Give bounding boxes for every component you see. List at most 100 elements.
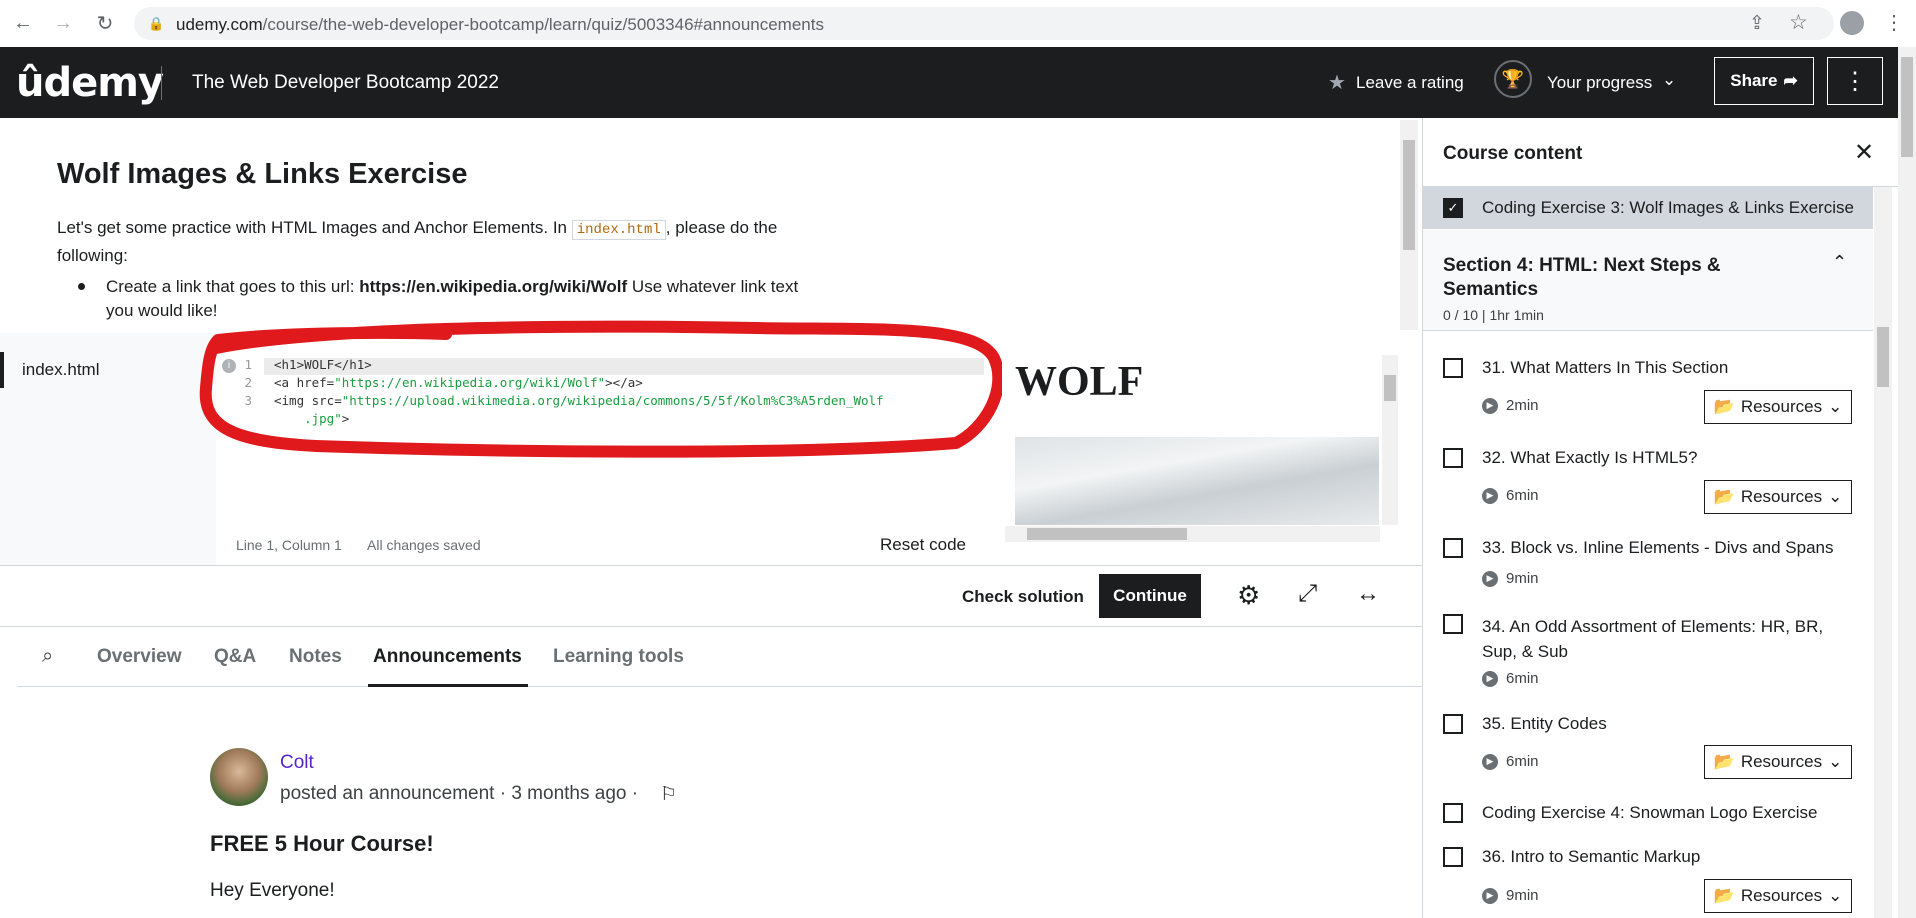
- completed-checkbox[interactable]: ✓: [1443, 198, 1463, 218]
- lecture-title[interactable]: 31. What Matters In This Section: [1482, 358, 1862, 378]
- preview-heading: WOLF: [1015, 359, 1144, 405]
- preview-horizontal-scrollbar[interactable]: [1005, 526, 1380, 542]
- lecture-title[interactable]: 34. An Odd Assortment of Elements: HR, B…: [1482, 614, 1842, 664]
- file-index-html[interactable]: index.html: [22, 360, 99, 380]
- tab-notes[interactable]: Notes: [289, 646, 342, 668]
- current-lecture-title[interactable]: Coding Exercise 3: Wolf Images & Links E…: [1482, 198, 1854, 218]
- play-icon: ▶: [1482, 753, 1498, 770]
- lecture-title[interactable]: 32. What Exactly Is HTML5?: [1482, 448, 1862, 468]
- chevron-up-icon[interactable]: ⌃: [1832, 252, 1847, 273]
- resources-button[interactable]: 📂 Resources ⌄: [1704, 390, 1852, 424]
- folder-icon: 📂: [1713, 886, 1735, 905]
- chevron-down-icon: ⌄: [1828, 487, 1843, 506]
- lecture-duration: ▶ 6min: [1482, 670, 1539, 687]
- lecture-checkbox[interactable]: [1443, 847, 1463, 867]
- bookmark-star-icon[interactable]: ☆: [1789, 10, 1808, 35]
- trophy-icon[interactable]: 🏆: [1494, 60, 1532, 98]
- udemy-logo[interactable]: ûdemy: [16, 60, 164, 106]
- announcement-body: Hey Everyone!: [210, 880, 335, 901]
- fullscreen-icon[interactable]: ⤢: [1298, 580, 1317, 608]
- exercise-action-bar: [0, 565, 1422, 627]
- tab-learning-tools[interactable]: Learning tools: [553, 646, 684, 668]
- section-title[interactable]: Section 4: HTML: Next Steps & Semantics: [1443, 254, 1773, 302]
- reload-icon[interactable]: ↻: [92, 10, 118, 36]
- lecture-checkbox[interactable]: [1443, 358, 1463, 378]
- back-icon[interactable]: ←: [10, 10, 36, 36]
- cursor-position: Line 1, Column 1: [236, 537, 342, 553]
- chevron-down-icon: ⌄: [1828, 886, 1843, 905]
- sidebar-title: Course content: [1443, 143, 1583, 164]
- lecture-duration: ▶ 6min: [1482, 753, 1539, 770]
- lecture-checkbox[interactable]: [1443, 614, 1463, 634]
- save-status: All changes saved: [367, 537, 481, 553]
- share-page-icon[interactable]: ⇪: [1749, 12, 1765, 35]
- active-tab-underline: [368, 684, 528, 687]
- lecture-checkbox[interactable]: [1443, 714, 1463, 734]
- lock-icon: 🔒: [148, 16, 165, 31]
- resources-button[interactable]: 📂 Resources ⌄: [1704, 745, 1852, 779]
- folder-icon: 📂: [1713, 752, 1735, 771]
- page-scrollbar[interactable]: [1898, 47, 1916, 918]
- sidebar-scrollbar[interactable]: [1874, 187, 1892, 918]
- close-icon[interactable]: ✕: [1854, 138, 1874, 167]
- more-options-button[interactable]: ⋮: [1827, 57, 1883, 105]
- forward-icon[interactable]: →: [50, 10, 76, 36]
- header-divider: [161, 66, 162, 100]
- url-text[interactable]: udemy.com/course/the-web-developer-bootc…: [176, 15, 824, 35]
- resources-button[interactable]: 📂 Resources ⌄: [1704, 480, 1852, 514]
- exercise-title: Wolf Images & Links Exercise: [57, 158, 468, 190]
- continue-button[interactable]: Continue: [1099, 574, 1201, 618]
- play-icon: ▶: [1482, 397, 1498, 414]
- browser-menu-icon[interactable]: ⋮: [1884, 10, 1904, 35]
- exercise-bullet: Create a link that goes to this url: htt…: [106, 277, 799, 320]
- check-solution-button[interactable]: Check solution: [962, 587, 1084, 607]
- tab-overview[interactable]: Overview: [97, 646, 182, 668]
- bullet-dot: [78, 283, 85, 290]
- settings-gear-icon[interactable]: ⚙: [1237, 580, 1260, 611]
- lecture-title[interactable]: Coding Exercise 4: Snowman Logo Exercise: [1482, 803, 1862, 823]
- chevron-down-icon: ⌄: [1828, 752, 1843, 771]
- exercise-intro: Let's get some practice with HTML Images…: [57, 218, 778, 265]
- share-button[interactable]: Share ➦: [1714, 57, 1814, 105]
- play-icon: ▶: [1482, 670, 1498, 687]
- share-arrow-icon: ➦: [1783, 71, 1798, 90]
- reset-code-button[interactable]: Reset code: [880, 535, 966, 555]
- star-icon[interactable]: ★: [1328, 70, 1346, 95]
- lecture-title[interactable]: 33. Block vs. Inline Elements - Divs and…: [1482, 538, 1862, 558]
- tab-announcements[interactable]: Announcements: [373, 646, 522, 668]
- red-annotation-outline: [199, 320, 1002, 458]
- your-progress-button[interactable]: Your progress: [1547, 73, 1652, 93]
- folder-icon: 📂: [1713, 397, 1735, 416]
- preview-wolf-image: [1015, 437, 1379, 525]
- author-name-link[interactable]: Colt: [280, 752, 314, 774]
- play-icon: ▶: [1482, 887, 1498, 904]
- lecture-checkbox[interactable]: [1443, 803, 1463, 823]
- play-icon: ▶: [1482, 487, 1498, 504]
- profile-avatar-icon[interactable]: [1840, 11, 1864, 35]
- chevron-down-icon: ⌄: [1828, 397, 1843, 416]
- lecture-checkbox[interactable]: [1443, 538, 1463, 558]
- active-file-indicator: [0, 352, 4, 388]
- lecture-title[interactable]: 36. Intro to Semantic Markup: [1482, 847, 1862, 867]
- search-icon[interactable]: ⌕: [42, 645, 53, 668]
- lecture-duration: ▶ 6min: [1482, 487, 1539, 504]
- lecture-duration: ▶ 2min: [1482, 397, 1539, 414]
- leave-rating-link[interactable]: Leave a rating: [1356, 73, 1464, 93]
- instructions-scrollbar[interactable]: [1400, 120, 1418, 330]
- preview-vertical-scrollbar[interactable]: [1382, 355, 1398, 525]
- lecture-checkbox[interactable]: [1443, 448, 1463, 468]
- tab-qa[interactable]: Q&A: [214, 646, 256, 668]
- lecture-duration: ▶ 9min: [1482, 570, 1539, 587]
- course-title[interactable]: The Web Developer Bootcamp 2022: [192, 72, 499, 94]
- lecture-duration: ▶ 9min: [1482, 887, 1539, 904]
- play-icon: ▶: [1482, 570, 1498, 587]
- share-label: Share: [1730, 71, 1778, 90]
- report-flag-icon[interactable]: ⚐: [660, 783, 677, 806]
- announcement-meta: posted an announcement · 3 months ago ·: [280, 783, 639, 804]
- lecture-title[interactable]: 35. Entity Codes: [1482, 714, 1862, 734]
- chevron-down-icon[interactable]: ⌄: [1662, 70, 1676, 90]
- author-avatar[interactable]: [210, 748, 268, 806]
- section-meta: 0 / 10 | 1hr 1min: [1443, 307, 1544, 323]
- expand-width-icon[interactable]: ↔: [1356, 580, 1380, 608]
- resources-button[interactable]: 📂 Resources ⌄: [1704, 879, 1852, 913]
